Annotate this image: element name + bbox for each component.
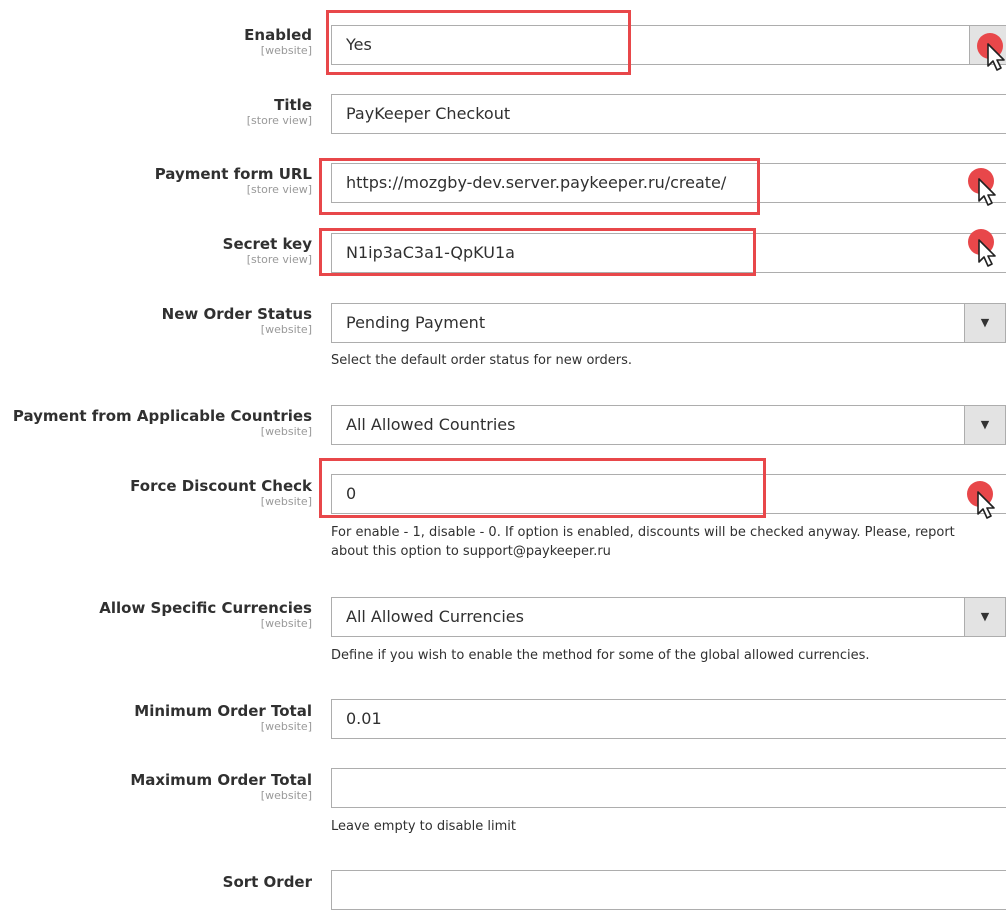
- force-discount-check-scope: [website]: [260, 495, 312, 508]
- mouse-pointer-icon: [967, 481, 995, 519]
- allow-specific-currencies-label: Allow Specific Currencies [website]: [0, 599, 312, 631]
- allow-specific-currencies-value: All Allowed Currencies: [346, 607, 524, 626]
- minimum-order-total-label-name: Minimum Order Total: [134, 702, 312, 720]
- highlight-box-secret-key: [319, 228, 756, 276]
- allow-specific-currencies-note: Define if you wish to enable the method …: [331, 648, 870, 663]
- mouse-pointer-icon: [968, 168, 996, 206]
- sort-order-label-name: Sort Order: [222, 873, 312, 891]
- title-scope: [store view]: [246, 114, 312, 127]
- sort-order-input[interactable]: [331, 870, 1006, 910]
- force-discount-check-note-line2: about this option to support@paykeeper.r…: [331, 544, 611, 559]
- enabled-label: Enabled [website]: [0, 26, 312, 58]
- chevron-down-icon[interactable]: ▼: [964, 304, 1005, 342]
- allow-specific-currencies-label-name: Allow Specific Currencies: [99, 599, 312, 617]
- allow-specific-currencies-select[interactable]: All Allowed Currencies ▼: [331, 597, 1006, 637]
- new-order-status-note: Select the default order status for new …: [331, 353, 633, 368]
- applicable-countries-value: All Allowed Countries: [346, 415, 516, 434]
- maximum-order-total-scope: [website]: [260, 789, 312, 802]
- payment-form-url-label: Payment form URL [store view]: [0, 165, 312, 197]
- chevron-down-icon[interactable]: ▼: [964, 406, 1005, 444]
- force-discount-check-label-name: Force Discount Check: [130, 477, 312, 495]
- title-label: Title [store view]: [0, 96, 312, 128]
- new-order-status-label: New Order Status [website]: [0, 305, 312, 337]
- maximum-order-total-note: Leave empty to disable limit: [331, 819, 517, 834]
- secret-key-label: Secret key [store view]: [0, 235, 312, 267]
- force-discount-check-note-line1: For enable - 1, disable - 0. If option i…: [331, 525, 955, 540]
- chevron-down-icon[interactable]: ▼: [964, 598, 1005, 636]
- secret-key-scope: [store view]: [246, 253, 312, 266]
- minimum-order-total-scope: [website]: [260, 720, 312, 733]
- highlight-box-enabled: [326, 10, 631, 75]
- applicable-countries-label-name: Payment from Applicable Countries: [12, 407, 312, 425]
- applicable-countries-scope: [website]: [260, 425, 312, 438]
- enabled-label-name: Enabled: [244, 26, 312, 44]
- minimum-order-total-label: Minimum Order Total [website]: [0, 702, 312, 734]
- enabled-scope: [website]: [260, 44, 312, 57]
- applicable-countries-label: Payment from Applicable Countries [websi…: [0, 407, 312, 439]
- maximum-order-total-input[interactable]: [331, 768, 1006, 808]
- mouse-pointer-icon: [968, 229, 996, 267]
- sort-order-label: Sort Order: [0, 874, 312, 891]
- new-order-status-select[interactable]: Pending Payment ▼: [331, 303, 1006, 343]
- highlight-box-payment-url: [319, 158, 760, 215]
- title-label-name: Title: [274, 96, 312, 114]
- payment-form-url-label-name: Payment form URL: [154, 165, 312, 183]
- highlight-box-force-discount: [319, 458, 766, 518]
- payment-form-url-scope: [store view]: [246, 183, 312, 196]
- maximum-order-total-label: Maximum Order Total [website]: [0, 771, 312, 803]
- mouse-pointer-icon: [977, 33, 1005, 71]
- new-order-status-scope: [website]: [260, 323, 312, 336]
- maximum-order-total-label-name: Maximum Order Total: [130, 771, 312, 789]
- force-discount-check-note: For enable - 1, disable - 0. If option i…: [331, 523, 1006, 561]
- new-order-status-value: Pending Payment: [346, 313, 486, 332]
- force-discount-check-label: Force Discount Check [website]: [0, 477, 312, 509]
- title-value: PayKeeper Checkout: [346, 104, 511, 123]
- title-input[interactable]: PayKeeper Checkout: [331, 94, 1006, 134]
- minimum-order-total-input[interactable]: 0.01: [331, 699, 1006, 739]
- applicable-countries-select[interactable]: All Allowed Countries ▼: [331, 405, 1006, 445]
- allow-specific-currencies-scope: [website]: [260, 617, 312, 630]
- new-order-status-label-name: New Order Status: [161, 305, 312, 323]
- secret-key-label-name: Secret key: [222, 235, 312, 253]
- minimum-order-total-value: 0.01: [346, 709, 382, 728]
